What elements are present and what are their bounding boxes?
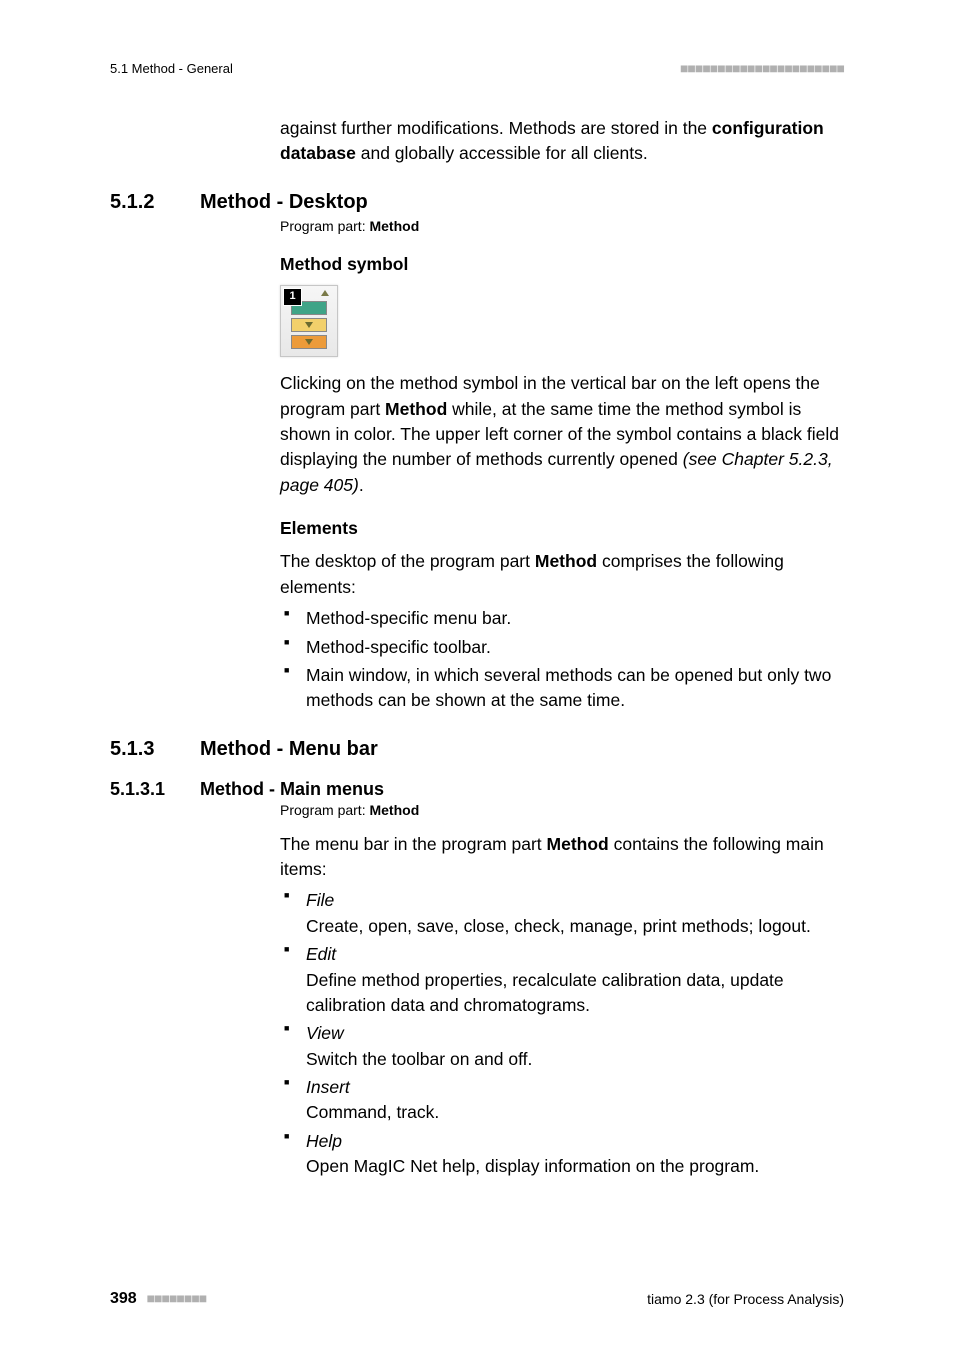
menu-name: View: [306, 1023, 344, 1043]
page-number: 398: [110, 1290, 137, 1307]
list-item: File Create, open, save, close, check, m…: [280, 888, 844, 939]
header-ornament: ■■■■■■■■■■■■■■■■■■■■■■: [680, 60, 844, 76]
menu-name: Insert: [306, 1077, 350, 1097]
menus-list: File Create, open, save, close, check, m…: [280, 888, 844, 1179]
menus-intro-b: Method: [547, 834, 609, 854]
method-symbol-paragraph: Clicking on the method symbol in the ver…: [280, 371, 844, 498]
menus-intro-a: The menu bar in the program part: [280, 834, 547, 854]
subsection-title: Method - Main menus: [200, 779, 384, 800]
header-section-path: 5.1 Method - General: [110, 61, 233, 76]
program-part-line: Program part: Method: [280, 218, 844, 234]
section-number: 5.1.2: [110, 191, 200, 214]
elements-intro-a: The desktop of the program part: [280, 551, 535, 571]
icon-bar-3: [291, 335, 327, 349]
intro-text-a: against further modifications. Methods a…: [280, 118, 712, 138]
section-5-1-3-1-heading: 5.1.3.1 Method - Main menus: [110, 779, 844, 800]
menu-name: Help: [306, 1131, 342, 1151]
program-part-value: Method: [369, 218, 419, 234]
list-item-text: Main window, in which several methods ca…: [306, 665, 831, 710]
elements-heading: Elements: [280, 516, 844, 541]
list-item: Help Open MagIC Net help, display inform…: [280, 1129, 844, 1180]
menus-intro: The menu bar in the program part Method …: [280, 832, 844, 883]
program-part-line: Program part: Method: [280, 802, 844, 818]
menu-name: Edit: [306, 944, 336, 964]
p2e: .: [359, 475, 364, 495]
list-item: Main window, in which several methods ca…: [280, 663, 844, 714]
footer-left: 398 ■■■■■■■■: [110, 1290, 206, 1308]
section-5-1-3-heading: 5.1.3 Method - Menu bar: [110, 738, 844, 761]
section-title: Method - Desktop: [200, 191, 368, 214]
icon-bar-2: [291, 318, 327, 332]
elements-intro: The desktop of the program part Method c…: [280, 549, 844, 600]
arrow-down-icon: [305, 339, 313, 345]
section-5-1-2-heading: 5.1.2 Method - Desktop: [110, 191, 844, 214]
method-symbol-heading: Method symbol: [280, 252, 844, 277]
method-symbol-icon: 1: [280, 285, 338, 357]
footer-ornament: ■■■■■■■■: [147, 1290, 207, 1306]
intro-continuation: against further modifications. Methods a…: [280, 116, 844, 167]
p2b: Method: [385, 399, 447, 419]
list-item-text: Method-specific menu bar.: [306, 608, 511, 628]
arrow-up-icon: [321, 290, 329, 296]
intro-text-c: and globally accessible for all clients.: [356, 143, 648, 163]
list-item: Insert Command, track.: [280, 1075, 844, 1126]
elements-list: Method-specific menu bar. Method-specifi…: [280, 606, 844, 714]
footer-right: tiamo 2.3 (for Process Analysis): [647, 1291, 844, 1307]
program-part-value: Method: [369, 802, 419, 818]
list-item: Method-specific menu bar.: [280, 606, 844, 631]
section-5-1-3-1-body: The menu bar in the program part Method …: [280, 832, 844, 1180]
menu-desc: Create, open, save, close, check, manage…: [306, 914, 844, 939]
menu-desc: Switch the toolbar on and off.: [306, 1047, 844, 1072]
menu-desc: Define method properties, recalculate ca…: [306, 968, 844, 1019]
menu-name: File: [306, 890, 334, 910]
list-item-text: Method-specific toolbar.: [306, 637, 491, 657]
page-header: 5.1 Method - General ■■■■■■■■■■■■■■■■■■■…: [110, 60, 844, 76]
arrow-down-icon: [305, 322, 313, 328]
list-item: Edit Define method properties, recalcula…: [280, 942, 844, 1018]
subsection-number: 5.1.3.1: [110, 779, 200, 800]
list-item: Method-specific toolbar.: [280, 635, 844, 660]
section-title: Method - Menu bar: [200, 738, 378, 761]
list-item: View Switch the toolbar on and off.: [280, 1021, 844, 1072]
method-count-badge: 1: [283, 288, 302, 306]
program-part-label: Program part:: [280, 218, 369, 234]
menu-desc: Command, track.: [306, 1100, 844, 1125]
menu-desc: Open MagIC Net help, display information…: [306, 1154, 844, 1179]
section-number: 5.1.3: [110, 738, 200, 761]
page: 5.1 Method - General ■■■■■■■■■■■■■■■■■■■…: [0, 0, 954, 1350]
program-part-label: Program part:: [280, 802, 369, 818]
page-footer: 398 ■■■■■■■■ tiamo 2.3 (for Process Anal…: [110, 1290, 844, 1308]
section-5-1-2-body: Method symbol 1 Clicking on the method s…: [280, 252, 844, 714]
elements-intro-b: Method: [535, 551, 597, 571]
